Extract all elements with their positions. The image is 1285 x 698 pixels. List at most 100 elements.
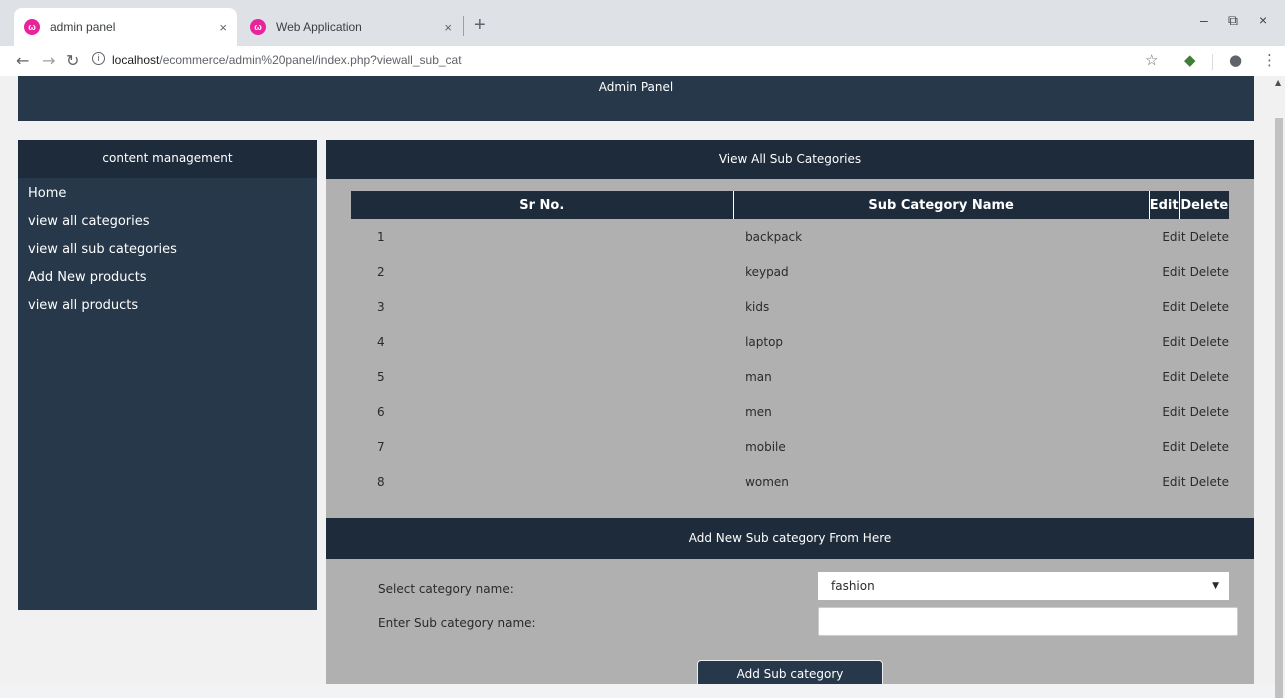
row-sr-no: 2 (377, 264, 385, 279)
row-sr-no: 6 (377, 404, 385, 419)
delete-link[interactable]: Delete (1190, 440, 1229, 454)
delete-link[interactable]: Delete (1190, 265, 1229, 279)
table-header-row: Sr No. Sub Category Name Edit Delete (351, 191, 1229, 219)
delete-link[interactable]: Delete (1190, 370, 1229, 384)
browser-toolbar: ← → ↻ i localhost/ecommerce/admin%20pane… (0, 46, 1285, 76)
category-select[interactable]: fashion ▼ (818, 572, 1229, 600)
column-header-sr-no: Sr No. (351, 191, 734, 219)
row-actions: Edit Delete (1149, 359, 1229, 394)
scroll-up-arrow-icon[interactable]: ▲ (1275, 78, 1281, 87)
delete-link[interactable]: Delete (1190, 475, 1229, 489)
sub-category-table: Sr No. Sub Category Name Edit Delete 1 ba… (351, 191, 1229, 499)
back-icon[interactable]: ← (16, 51, 29, 70)
tab-admin-panel[interactable]: ω admin panel × (14, 8, 237, 46)
row-actions: Edit Delete (1149, 464, 1229, 499)
reload-icon[interactable]: ↻ (66, 51, 79, 70)
add-form-heading: Add New Sub category From Here (326, 518, 1254, 559)
tab-web-application[interactable]: ω Web Application × (240, 8, 462, 46)
tab-close-icon[interactable]: × (219, 20, 227, 35)
page-title: Admin Panel (598, 80, 674, 94)
table-body: 1 backpack Edit Delete 2 keypad Edit Delete 3 kid… (351, 219, 1229, 499)
tab-close-icon[interactable]: × (444, 20, 452, 35)
sidebar-heading: content management (18, 140, 317, 178)
delete-link[interactable]: Delete (1190, 300, 1229, 314)
row-actions: Edit Delete (1149, 289, 1229, 324)
bookmark-star-icon[interactable]: ☆ (1145, 51, 1158, 69)
scroll-thumb[interactable] (1275, 118, 1283, 698)
table-row: 6 men Edit Delete (351, 394, 1229, 429)
column-header-edit: Edit (1148, 191, 1180, 219)
row-sub-category-name: men (745, 404, 772, 419)
edit-link[interactable]: Edit (1162, 230, 1185, 244)
dropdown-arrow-icon: ▼ (1212, 581, 1219, 591)
forward-icon[interactable]: → (42, 51, 55, 70)
subcategory-name-input[interactable] (818, 607, 1238, 636)
new-tab-button[interactable]: + (474, 14, 486, 37)
category-select-label: Select category name: (378, 582, 514, 596)
page-content: Admin Panel content management Home view… (0, 76, 1273, 684)
row-sub-category-name: laptop (745, 334, 784, 349)
edit-link[interactable]: Edit (1162, 440, 1185, 454)
extension-icon[interactable]: ◆ (1184, 51, 1196, 69)
close-window-icon[interactable]: × (1259, 12, 1267, 28)
row-sr-no: 3 (377, 299, 385, 314)
table-row: 7 mobile Edit Delete (351, 429, 1229, 464)
edit-link[interactable]: Edit (1162, 405, 1185, 419)
sidebar-item-view-all-products[interactable]: view all products (28, 292, 307, 320)
add-sub-category-button[interactable]: Add Sub category (697, 660, 883, 684)
row-sub-category-name: man (745, 369, 772, 384)
row-sr-no: 1 (377, 229, 385, 244)
edit-link[interactable]: Edit (1162, 265, 1185, 279)
row-actions: Edit Delete (1149, 254, 1229, 289)
tab-title: admin panel (50, 20, 116, 34)
row-sr-no: 8 (377, 474, 385, 489)
row-actions: Edit Delete (1149, 324, 1229, 359)
sidebar-item-add-new-products[interactable]: Add New products (28, 264, 307, 292)
url-path: /ecommerce/admin%20panel/index.php?viewa… (159, 53, 462, 67)
row-actions: Edit Delete (1149, 429, 1229, 464)
subcategory-name-label: Enter Sub category name: (378, 616, 536, 630)
delete-link[interactable]: Delete (1190, 230, 1229, 244)
row-sub-category-name: keypad (745, 264, 789, 279)
edit-link[interactable]: Edit (1162, 300, 1185, 314)
row-sub-category-name: women (745, 474, 789, 489)
sidebar: content management Home view all categor… (18, 140, 317, 610)
admin-header: Admin Panel (18, 76, 1254, 121)
sidebar-item-view-all-sub-categories[interactable]: view all sub categories (28, 236, 307, 264)
edit-link[interactable]: Edit (1162, 475, 1185, 489)
table-row: 2 keypad Edit Delete (351, 254, 1229, 289)
table-row: 1 backpack Edit Delete (351, 219, 1229, 254)
table-row: 3 kids Edit Delete (351, 289, 1229, 324)
profile-avatar-icon[interactable]: ● (1229, 51, 1242, 69)
site-info-icon[interactable]: i (92, 52, 105, 65)
delete-link[interactable]: Delete (1190, 405, 1229, 419)
tab-title: Web Application (276, 20, 362, 34)
edit-link[interactable]: Edit (1162, 335, 1185, 349)
app-favicon-icon: ω (250, 19, 266, 35)
minimize-icon[interactable]: – (1200, 12, 1208, 28)
sidebar-item-home[interactable]: Home (28, 180, 307, 208)
main-heading: View All Sub Categories (326, 140, 1254, 179)
app-favicon-icon: ω (24, 19, 40, 35)
edit-link[interactable]: Edit (1162, 370, 1185, 384)
main-panel: View All Sub Categories Sr No. Sub Categ… (326, 140, 1254, 684)
column-header-sub-category-name: Sub Category Name (732, 191, 1150, 219)
delete-link[interactable]: Delete (1190, 335, 1229, 349)
tab-separator (463, 16, 464, 36)
row-sr-no: 7 (377, 439, 385, 454)
url-host: localhost (112, 53, 160, 67)
row-sr-no: 5 (377, 369, 385, 384)
address-bar[interactable]: localhost/ecommerce/admin%20panel/index.… (112, 53, 462, 67)
sidebar-item-view-all-categories[interactable]: view all categories (28, 208, 307, 236)
row-sr-no: 4 (377, 334, 385, 349)
table-row: 8 women Edit Delete (351, 464, 1229, 499)
sidebar-menu: Home view all categories view all sub ca… (18, 178, 317, 322)
table-row: 5 man Edit Delete (351, 359, 1229, 394)
table-row: 4 laptop Edit Delete (351, 324, 1229, 359)
maximize-icon[interactable]: ⧉ (1228, 12, 1238, 29)
menu-kebab-icon[interactable]: ⋮ (1262, 51, 1277, 69)
row-sub-category-name: backpack (745, 229, 803, 244)
browser-tabstrip: ω admin panel × ω Web Application × + – … (0, 0, 1285, 46)
toolbar-divider (1212, 54, 1213, 70)
page-scrollbar[interactable]: ▲ (1273, 76, 1285, 698)
